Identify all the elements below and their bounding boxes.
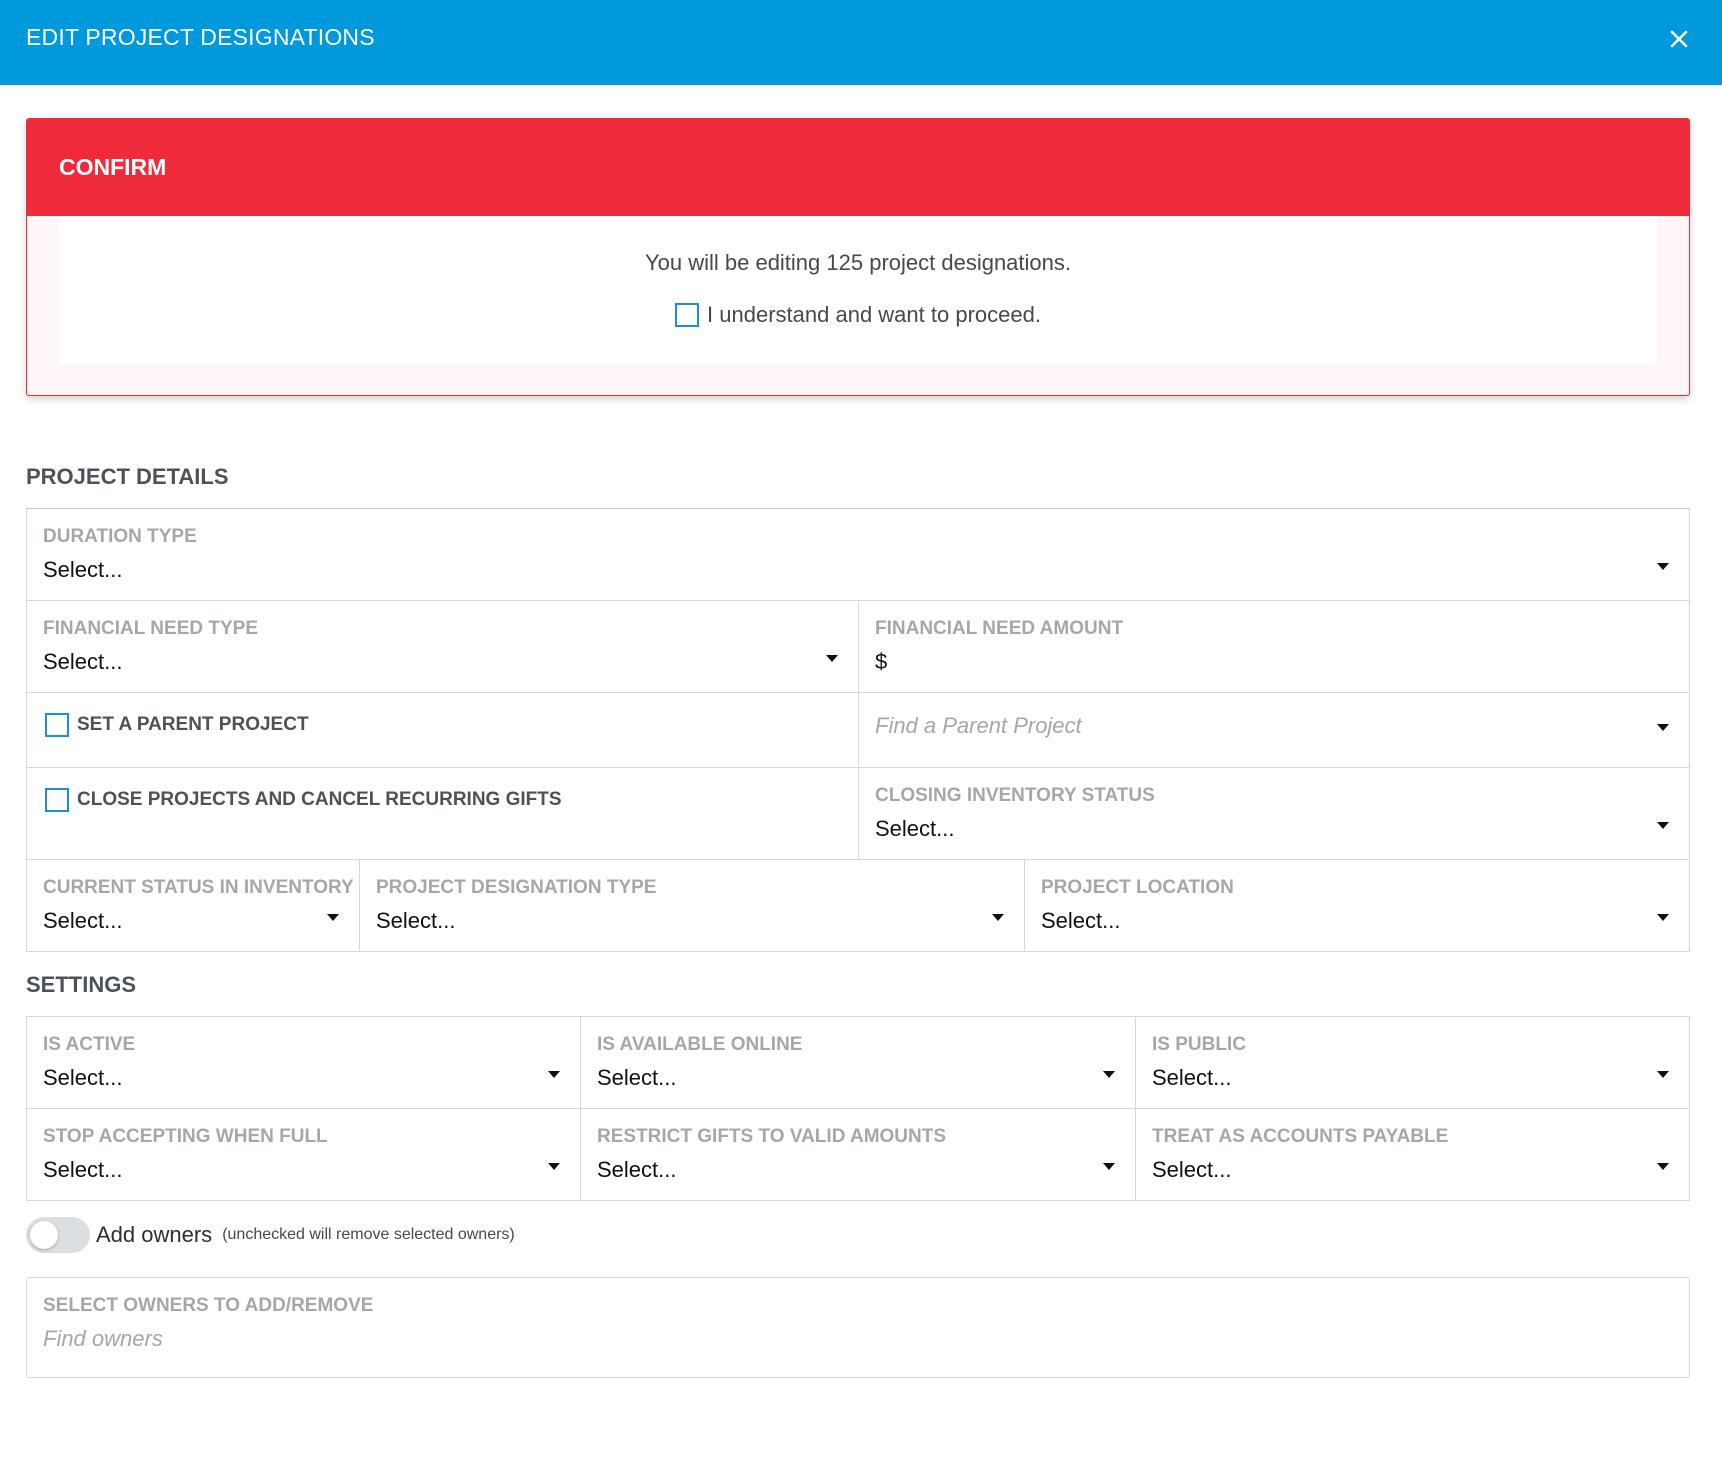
is-public-value: Select... (1152, 1065, 1232, 1090)
accounts-payable-value: Select... (1152, 1157, 1232, 1182)
project-designation-type-label: PROJECT DESIGNATION TYPE (376, 877, 657, 898)
settings-title: SETTINGS (26, 972, 137, 997)
chevron-down-icon[interactable] (1103, 1071, 1115, 1078)
chevron-down-icon[interactable] (548, 1163, 560, 1170)
restrict-gifts-select[interactable]: RESTRICT GIFTS TO VALID AMOUNTS Select..… (580, 1108, 1136, 1201)
financial-need-type-select[interactable]: FINANCIAL NEED TYPE Select... (26, 600, 859, 693)
project-details-title: PROJECT DETAILS (26, 464, 229, 489)
is-active-select[interactable]: IS ACTIVE Select... (26, 1016, 581, 1109)
closing-inventory-status-value: Select... (875, 816, 955, 841)
current-status-inventory-select[interactable]: CURRENT STATUS IN INVENTORY Select... (26, 859, 360, 952)
is-available-online-label: IS AVAILABLE ONLINE (597, 1034, 803, 1055)
is-active-label: IS ACTIVE (43, 1034, 136, 1055)
current-status-inventory-value: Select... (43, 908, 123, 933)
stop-accepting-value: Select... (43, 1157, 123, 1182)
chevron-down-icon[interactable] (327, 914, 339, 921)
stop-accepting-select[interactable]: STOP ACCEPTING WHEN FULL Select... (26, 1108, 581, 1201)
close-projects-checkbox[interactable] (45, 788, 69, 812)
modal-header: EDIT PROJECT DESIGNATIONS (0, 0, 1722, 85)
close-icon (1670, 30, 1688, 48)
confirm-title: CONFIRM (59, 154, 167, 180)
is-active-value: Select... (43, 1065, 123, 1090)
duration-type-select[interactable]: DURATION TYPE Select... (26, 508, 1690, 601)
project-designation-type-value: Select... (376, 908, 456, 933)
add-owners-label: Add owners (96, 1222, 213, 1247)
accounts-payable-label: TREAT AS ACCOUNTS PAYABLE (1152, 1126, 1449, 1147)
set-parent-project-cell: SET A PARENT PROJECT (26, 692, 859, 768)
accounts-payable-select[interactable]: TREAT AS ACCOUNTS PAYABLE Select... (1135, 1108, 1690, 1201)
duration-type-value: Select... (43, 557, 123, 582)
chevron-down-icon[interactable] (1657, 724, 1669, 731)
toggle-knob (30, 1221, 58, 1249)
is-available-online-select[interactable]: IS AVAILABLE ONLINE Select... (580, 1016, 1136, 1109)
project-location-label: PROJECT LOCATION (1041, 877, 1234, 898)
project-location-select[interactable]: PROJECT LOCATION Select... (1024, 859, 1690, 952)
project-designation-type-select[interactable]: PROJECT DESIGNATION TYPE Select... (359, 859, 1025, 952)
confirm-body: You will be editing 125 project designat… (59, 216, 1657, 364)
confirm-message: You will be editing 125 project designat… (644, 250, 1072, 275)
is-public-label: IS PUBLIC (1152, 1034, 1246, 1055)
find-parent-project-select[interactable]: Find a Parent Project (858, 692, 1690, 768)
chevron-down-icon[interactable] (1103, 1163, 1115, 1170)
financial-need-type-value: Select... (43, 649, 123, 674)
confirm-panel: CONFIRM You will be editing 125 project … (26, 118, 1690, 396)
chevron-down-icon[interactable] (1657, 1163, 1669, 1170)
owners-search-input[interactable]: Find owners (43, 1326, 163, 1352)
modal-title: EDIT PROJECT DESIGNATIONS (26, 24, 375, 50)
add-owners-note: (unchecked will remove selected owners) (222, 1226, 515, 1243)
restrict-gifts-value: Select... (597, 1157, 677, 1182)
restrict-gifts-label: RESTRICT GIFTS TO VALID AMOUNTS (597, 1126, 947, 1147)
add-owners-toggle[interactable] (26, 1217, 90, 1253)
owners-field[interactable]: SELECT OWNERS TO ADD/REMOVE Find owners (26, 1277, 1690, 1378)
close-button[interactable] (1660, 20, 1698, 58)
financial-need-type-label: FINANCIAL NEED TYPE (43, 618, 259, 639)
chevron-down-icon[interactable] (1657, 563, 1669, 570)
is-public-select[interactable]: IS PUBLIC Select... (1135, 1016, 1690, 1109)
chevron-down-icon[interactable] (992, 914, 1004, 921)
close-projects-label[interactable]: CLOSE PROJECTS AND CANCEL RECURRING GIFT… (77, 789, 562, 811)
closing-inventory-status-label: CLOSING INVENTORY STATUS (875, 785, 1155, 806)
add-owners-row: Add owners (unchecked will remove select… (26, 1217, 515, 1253)
owners-field-label: SELECT OWNERS TO ADD/REMOVE (43, 1295, 374, 1316)
financial-need-amount-value[interactable]: $ (875, 649, 887, 675)
set-parent-project-label[interactable]: SET A PARENT PROJECT (77, 714, 309, 736)
chevron-down-icon[interactable] (1657, 822, 1669, 829)
chevron-down-icon[interactable] (826, 655, 838, 662)
closing-inventory-status-select[interactable]: CLOSING INVENTORY STATUS Select... (858, 767, 1690, 860)
financial-need-amount-input[interactable]: FINANCIAL NEED AMOUNT $ (858, 600, 1690, 693)
project-location-value: Select... (1041, 908, 1121, 933)
financial-need-amount-label: FINANCIAL NEED AMOUNT (875, 618, 1124, 639)
understand-checkbox-label[interactable]: I understand and want to proceed. (707, 302, 1041, 328)
close-projects-cell: CLOSE PROJECTS AND CANCEL RECURRING GIFT… (26, 767, 859, 860)
chevron-down-icon[interactable] (1657, 914, 1669, 921)
is-available-online-value: Select... (597, 1065, 677, 1090)
stop-accepting-label: STOP ACCEPTING WHEN FULL (43, 1126, 328, 1147)
set-parent-project-checkbox[interactable] (45, 713, 69, 737)
find-parent-project-placeholder: Find a Parent Project (875, 713, 1082, 738)
chevron-down-icon[interactable] (548, 1071, 560, 1078)
confirm-header: CONFIRM (27, 119, 1689, 216)
current-status-inventory-label: CURRENT STATUS IN INVENTORY (43, 877, 354, 898)
chevron-down-icon[interactable] (1657, 1071, 1669, 1078)
duration-type-label: DURATION TYPE (43, 526, 197, 547)
confirm-checkbox-row: I understand and want to proceed. (59, 302, 1657, 333)
understand-checkbox[interactable] (675, 303, 700, 327)
